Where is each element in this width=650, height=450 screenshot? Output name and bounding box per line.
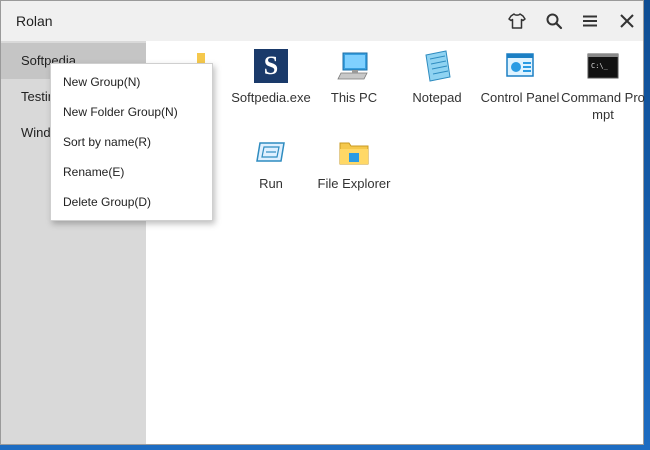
title-bar: Rolan <box>1 1 643 41</box>
window-title: Rolan <box>16 13 53 29</box>
menu-item-rename[interactable]: Rename(E) <box>51 157 212 187</box>
app-item-this-pc[interactable]: This PC <box>312 49 396 106</box>
menu-item-delete-group[interactable]: Delete Group(D) <box>51 187 212 217</box>
app-label: Softpedia.exe <box>231 90 311 105</box>
menu-button[interactable] <box>576 7 604 35</box>
close-icon <box>620 14 634 28</box>
app-grid: a S Softpedia.exe This PC <box>146 41 645 444</box>
app-label: Notepad <box>412 90 462 105</box>
rolan-window: Rolan Softpedia Testing Windows S Softpe… <box>0 0 645 445</box>
svg-text:C:\_: C:\_ <box>591 62 609 70</box>
app-label: Run <box>259 176 283 191</box>
app-label: File Explorer <box>317 176 391 191</box>
menu-item-sort-by-name[interactable]: Sort by name(R) <box>51 127 212 157</box>
this-pc-icon <box>337 49 371 83</box>
search-button[interactable] <box>540 7 568 35</box>
shirt-icon <box>508 13 526 29</box>
app-label: This PC <box>330 90 378 105</box>
file-explorer-icon <box>337 135 371 169</box>
app-label: Command Prompt <box>561 90 645 122</box>
menu-item-new-folder-group[interactable]: New Folder Group(N) <box>51 97 212 127</box>
skin-button[interactable] <box>503 7 531 35</box>
app-item-command-prompt[interactable]: C:\_ Command Prompt <box>561 49 645 123</box>
app-label: Control Panel <box>480 90 560 105</box>
control-panel-icon <box>503 49 537 83</box>
notepad-icon <box>420 49 454 83</box>
menu-icon <box>583 15 597 27</box>
app-item-softpedia-exe[interactable]: S Softpedia.exe <box>229 49 313 106</box>
run-icon <box>254 135 288 169</box>
app-item-notepad[interactable]: Notepad <box>395 49 479 106</box>
context-menu: New Group(N) New Folder Group(N) Sort by… <box>50 63 213 221</box>
app-item-run[interactable]: Run <box>229 135 313 192</box>
command-prompt-icon: C:\_ <box>586 49 620 83</box>
softpedia-icon: S <box>254 49 288 83</box>
app-item-control-panel[interactable]: Control Panel <box>478 49 562 106</box>
menu-item-new-group[interactable]: New Group(N) <box>51 67 212 97</box>
close-button[interactable] <box>613 7 641 35</box>
app-item-file-explorer[interactable]: File Explorer <box>312 135 396 192</box>
search-icon <box>546 13 563 30</box>
